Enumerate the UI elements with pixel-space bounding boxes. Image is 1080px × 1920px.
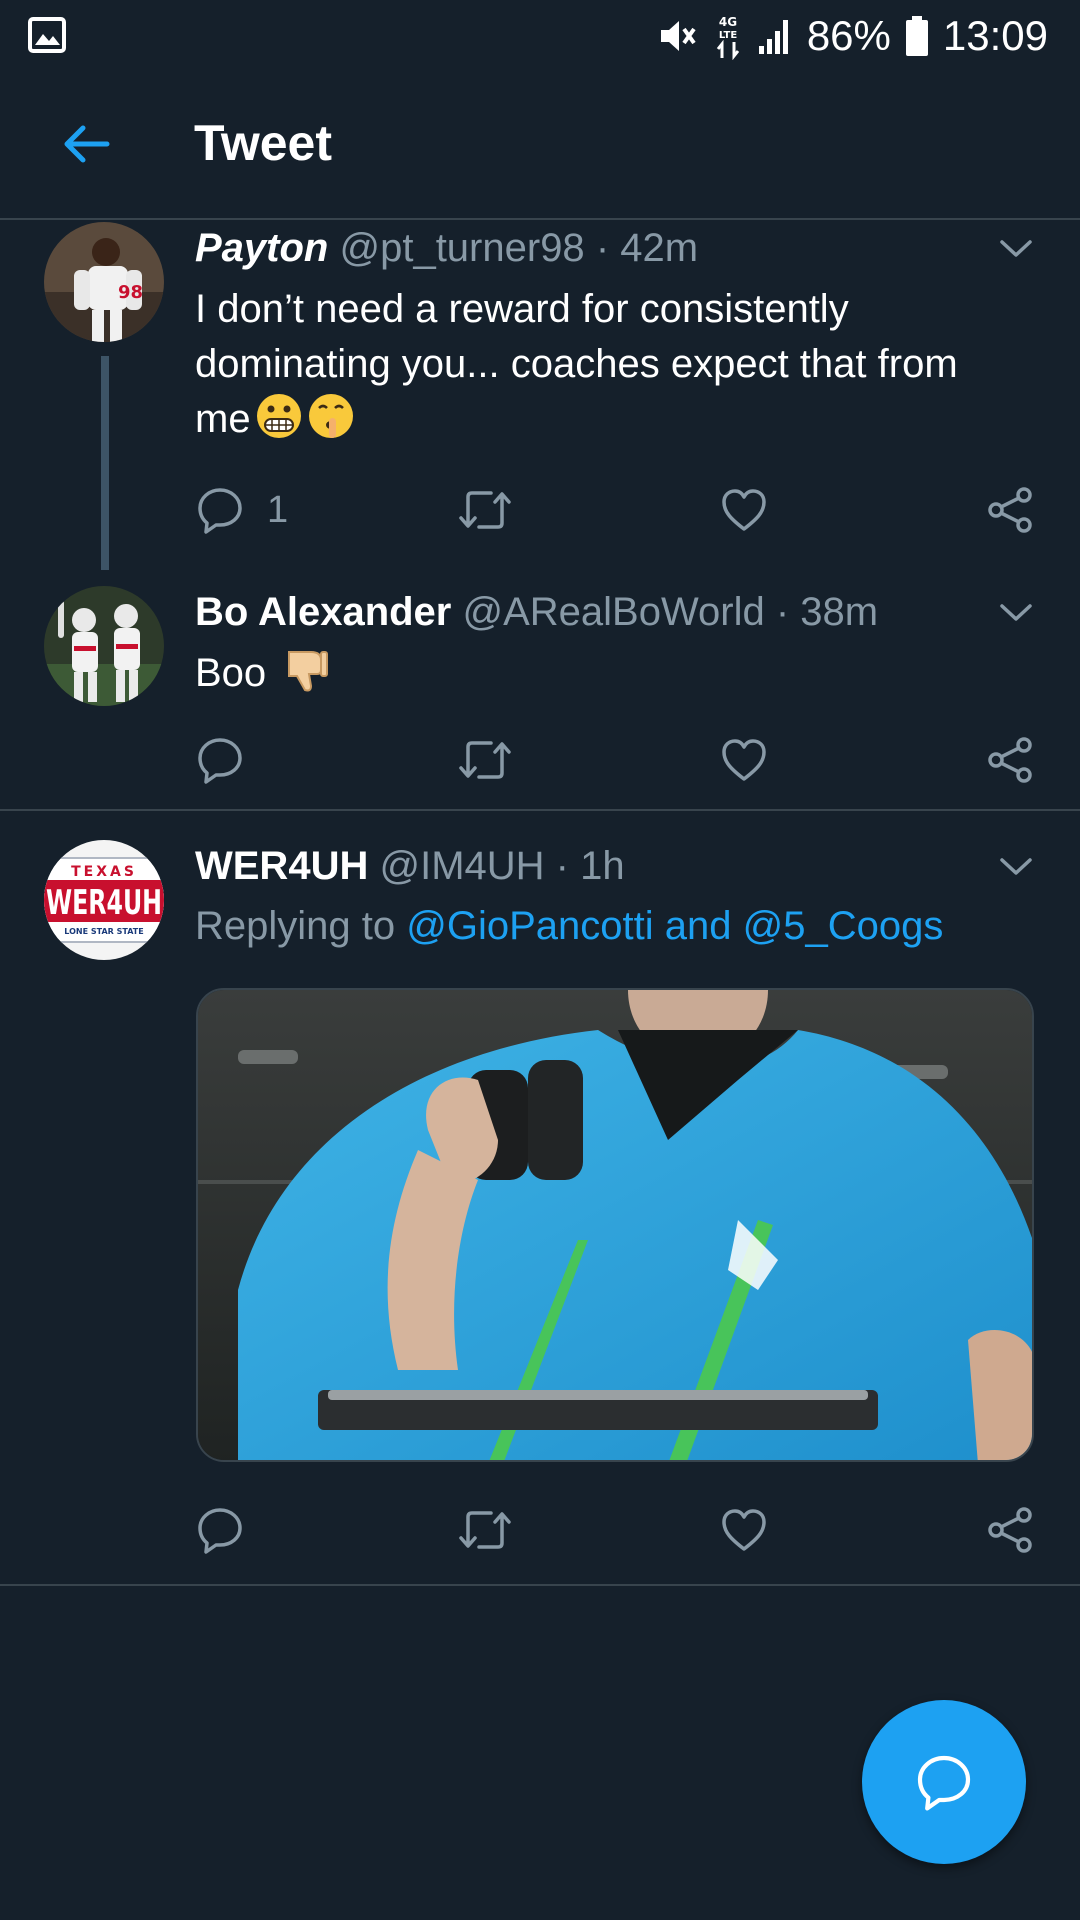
reply-icon [198, 488, 242, 534]
retweet-icon [459, 1511, 511, 1549]
heart-icon [722, 489, 766, 531]
svg-text:4G: 4G [719, 15, 737, 29]
retweet-button[interactable] [457, 730, 513, 790]
svg-text:LTE: LTE [719, 30, 738, 41]
chevron-down-icon [1000, 858, 1032, 875]
reply-icon [198, 738, 242, 784]
separator: · [775, 590, 790, 634]
author-handle[interactable]: @ARealBoWorld [463, 590, 765, 634]
share-icon [988, 487, 1032, 533]
divider [0, 1584, 1080, 1586]
grimacing-face-emoji [255, 392, 303, 440]
header: Tweet [0, 72, 1080, 220]
tweet-menu-button[interactable] [988, 584, 1044, 640]
arrow-left-icon [64, 125, 110, 163]
tweet-media-image[interactable] [196, 988, 1034, 1462]
divider [0, 809, 1080, 811]
avatar[interactable] [44, 586, 164, 706]
reply-count: 1 [267, 488, 289, 531]
tweet-text: I don’t need a reward for consistently d… [195, 287, 958, 441]
reply-icon [198, 1508, 242, 1554]
thread-connector [101, 356, 109, 570]
share-icon [988, 737, 1032, 783]
author-name[interactable]: WER4UH [195, 844, 368, 888]
compose-reply-button[interactable] [862, 1700, 1026, 1864]
author-handle[interactable]: @IM4UH [379, 844, 544, 888]
retweet-button[interactable] [457, 1500, 513, 1560]
timestamp: 1h [580, 844, 625, 888]
like-button[interactable] [719, 730, 769, 790]
share-button[interactable] [985, 730, 1035, 790]
tweet-actions [195, 1500, 1045, 1560]
plate-bottom-text: LONE STAR STATE [64, 927, 143, 936]
reply-button[interactable]: 1 [195, 480, 288, 540]
data-icon: 4G LTE [713, 12, 743, 60]
separator: · [555, 844, 569, 888]
status-bar: 4G LTE 86% 13:09 [0, 0, 1080, 72]
heart-icon [722, 739, 766, 781]
avatar[interactable]: TEXAS WER4UH LONE STAR STATE [44, 840, 164, 960]
tweet-actions [195, 730, 1045, 790]
tweet-payton[interactable]: 98 Payton @pt_turner98 · 42m I don’t nee… [0, 220, 1080, 570]
retweet-icon [459, 741, 511, 779]
page-title: Tweet [194, 115, 332, 171]
compose-reply-icon [917, 1755, 971, 1811]
like-button[interactable] [719, 480, 769, 540]
tweet-text: Boo [195, 646, 1015, 701]
thumbs-down-emoji [281, 646, 329, 694]
signal-icon [757, 16, 793, 56]
replying-to-label: Replying to [195, 904, 396, 948]
avatar[interactable]: 98 [44, 222, 164, 342]
plate-main-text: WER4UH [46, 883, 162, 923]
gallery-notification-icon [28, 16, 66, 54]
separator: · [595, 226, 610, 270]
svg-text:98: 98 [118, 282, 143, 303]
author-handle[interactable]: @pt_turner98 [339, 226, 584, 270]
tweet-menu-button[interactable] [988, 838, 1044, 894]
share-icon [988, 1507, 1032, 1553]
timestamp: 38m [800, 590, 879, 634]
reply-button[interactable] [195, 730, 245, 790]
tweet-menu-button[interactable] [988, 220, 1044, 276]
battery-percent: 86% [806, 12, 891, 59]
replying-to: Replying to @GioPancotti and @5_Coogs [195, 904, 943, 949]
tweet-bo-alexander[interactable]: Bo Alexander @ARealBoWorld · 38m Boo [0, 584, 1080, 810]
chevron-down-icon [1000, 604, 1032, 621]
share-button[interactable] [985, 1500, 1035, 1560]
replying-to-link[interactable]: @GioPancotti and @5_Coogs [406, 904, 943, 948]
chevron-down-icon [1000, 240, 1032, 257]
media-photo [198, 990, 1032, 1460]
retweet-button[interactable] [457, 480, 513, 540]
battery-icon [905, 15, 929, 57]
plate-top-text: TEXAS [71, 864, 137, 880]
author-name[interactable]: Bo Alexander [195, 590, 451, 634]
back-button[interactable] [54, 112, 118, 176]
shushing-face-emoji [307, 392, 355, 440]
heart-icon [722, 1509, 766, 1551]
mute-icon [655, 14, 699, 58]
like-button[interactable] [719, 1500, 769, 1560]
author-name[interactable]: Payton [195, 226, 328, 270]
reply-button[interactable] [195, 1500, 245, 1560]
tweet-actions: 1 [195, 480, 1045, 540]
retweet-icon [459, 491, 511, 529]
share-button[interactable] [985, 480, 1035, 540]
timestamp: 42m [620, 226, 699, 270]
clock: 13:09 [942, 12, 1048, 59]
